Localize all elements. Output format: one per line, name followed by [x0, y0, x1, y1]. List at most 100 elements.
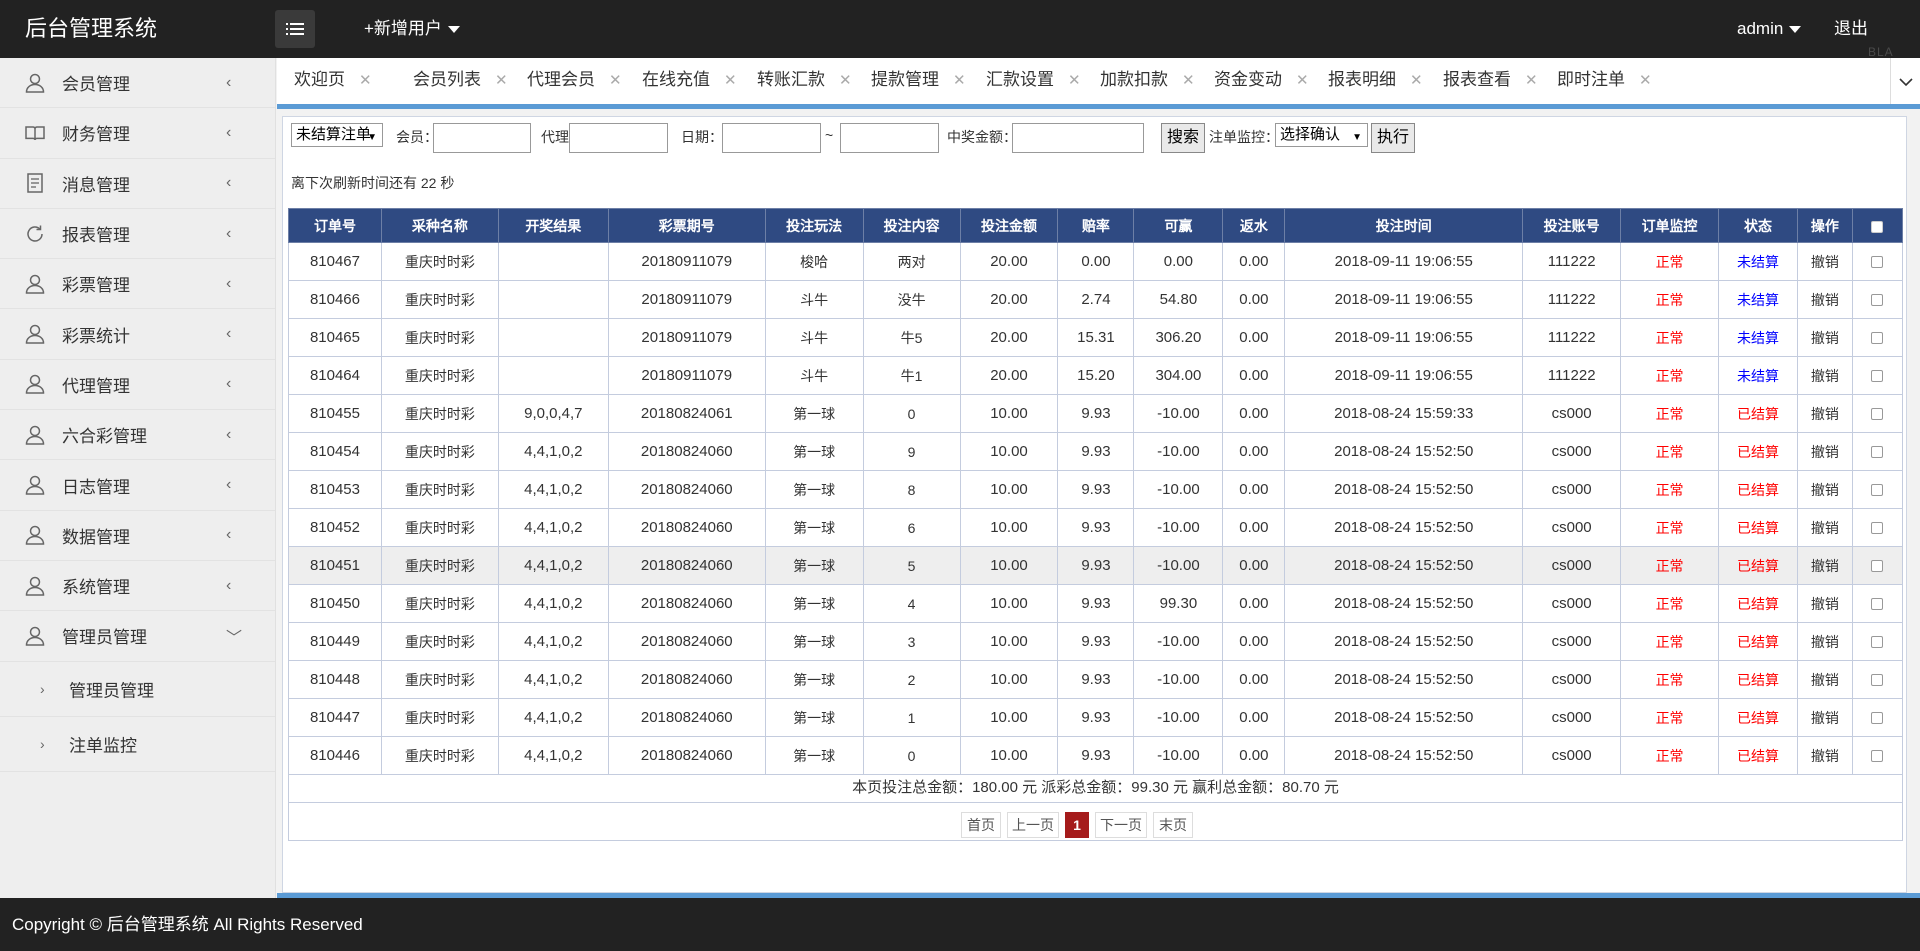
tab-item[interactable]: 加款扣款 ✕	[1100, 58, 1195, 105]
monitor-select-value: 选择确认	[1280, 126, 1341, 143]
cancel-order-link[interactable]: 撤销	[1796, 318, 1853, 357]
close-icon[interactable]: ✕	[1182, 72, 1195, 89]
tab-label: 转账汇款	[757, 70, 825, 89]
row-checkbox[interactable]	[1871, 636, 1884, 649]
admin-menu[interactable]: admin	[1737, 0, 1802, 58]
row-checkbox[interactable]	[1871, 256, 1884, 269]
row-checkbox[interactable]	[1871, 598, 1884, 611]
sidebar-item[interactable]: 会员管理 ‹	[0, 58, 275, 109]
close-icon[interactable]: ✕	[1068, 72, 1081, 89]
sidebar-item[interactable]: 数据管理 ‹	[0, 511, 275, 561]
tab-item[interactable]: 即时注单 ✕	[1557, 58, 1652, 105]
tab-item[interactable]: 报表查看 ✕	[1443, 58, 1538, 105]
close-icon[interactable]: ✕	[495, 72, 508, 89]
table-cell: 20.00	[959, 242, 1059, 281]
sidebar-item-label: 彩票管理	[62, 276, 130, 296]
agent-input[interactable]	[569, 123, 668, 153]
pager-prev[interactable]: 上一页	[1007, 812, 1059, 838]
cancel-order-link[interactable]: 撤销	[1796, 660, 1853, 699]
table-cell: cs000	[1522, 508, 1622, 547]
sidebar-item[interactable]: 日志管理 ‹	[0, 460, 275, 511]
cancel-order-link[interactable]: 撤销	[1796, 584, 1853, 623]
tab-label: 会员列表	[413, 70, 481, 89]
row-checkbox[interactable]	[1871, 750, 1884, 763]
date-end-input[interactable]	[840, 123, 939, 153]
row-checkbox[interactable]	[1871, 522, 1884, 535]
tab-item[interactable]: 代理会员 ✕	[527, 58, 622, 105]
cancel-order-link[interactable]: 撤销	[1796, 432, 1853, 471]
tab-item[interactable]: 资金变动 ✕	[1214, 58, 1309, 105]
row-checkbox[interactable]	[1871, 712, 1884, 725]
pager-next[interactable]: 下一页	[1095, 812, 1147, 838]
sidebar-item[interactable]: 管理员管理 ﹀	[0, 611, 275, 662]
row-checkbox[interactable]	[1871, 674, 1884, 687]
tab-item[interactable]: 欢迎页 ✕	[294, 58, 372, 105]
cancel-order-link[interactable]: 撤销	[1796, 470, 1853, 509]
table-cell: -10.00	[1133, 394, 1224, 433]
add-user-button[interactable]: +新增用户	[364, 0, 460, 58]
cancel-order-link[interactable]: 撤销	[1796, 280, 1853, 319]
sidebar-item[interactable]: 消息管理 ‹	[0, 159, 275, 209]
pager-current[interactable]: 1	[1065, 812, 1089, 838]
close-icon[interactable]: ✕	[724, 72, 737, 89]
tab-item[interactable]: 汇款设置 ✕	[986, 58, 1081, 105]
sidebar-item[interactable]: 彩票统计 ‹	[0, 309, 275, 360]
sidebar-item[interactable]: 报表管理 ‹	[0, 209, 275, 260]
tab-item[interactable]: 会员列表 ✕	[413, 58, 508, 105]
tab-scroll-button[interactable]	[1890, 58, 1920, 106]
execute-button[interactable]: 执行	[1371, 123, 1415, 153]
close-icon[interactable]: ✕	[1639, 72, 1652, 89]
date-start-input[interactable]	[722, 123, 821, 153]
table-cell: 9.93	[1057, 432, 1135, 471]
monitor-select[interactable]: 选择确认 ▼	[1275, 123, 1368, 147]
logout-button[interactable]: 退出	[1834, 0, 1868, 58]
user-icon	[24, 424, 46, 446]
close-icon[interactable]: ✕	[953, 72, 966, 89]
tab-item[interactable]: 在线充值 ✕	[642, 58, 737, 105]
cancel-order-link[interactable]: 撤销	[1796, 736, 1853, 775]
pager-last[interactable]: 末页	[1153, 812, 1193, 838]
close-icon[interactable]: ✕	[1525, 72, 1538, 89]
sidebar-item[interactable]: 彩票管理 ‹	[0, 259, 275, 310]
tab-item[interactable]: 报表明细 ✕	[1328, 58, 1423, 105]
cancel-order-link[interactable]: 撤销	[1796, 546, 1853, 585]
table-cell: 0.00	[1222, 242, 1286, 281]
sidebar-subitem[interactable]: › 管理员管理	[0, 662, 275, 717]
row-checkbox[interactable]	[1871, 408, 1884, 421]
row-checkbox[interactable]	[1871, 446, 1884, 459]
sidebar-item[interactable]: 代理管理 ‹	[0, 360, 275, 411]
status-select[interactable]: 未结算注单 ▼	[291, 123, 383, 147]
cancel-order-link[interactable]: 撤销	[1796, 622, 1853, 661]
table-cell: 20180824060	[607, 584, 766, 623]
win-amount-input[interactable]	[1012, 123, 1144, 153]
sidebar-item[interactable]: 系统管理 ‹	[0, 561, 275, 612]
pager-first[interactable]: 首页	[961, 812, 1001, 838]
select-all-checkbox[interactable]	[1871, 220, 1884, 233]
sidebar-item-label: 彩票统计	[62, 326, 130, 346]
row-checkbox[interactable]	[1871, 560, 1884, 573]
orders-table: 订单号 采种名称 开奖结果 彩票期号 投注玩法 投注内容 投注金额 赔率 可赢 返水 投注时间 投注账…	[288, 208, 1904, 775]
search-button[interactable]: 搜索	[1161, 123, 1205, 153]
sidebar-item[interactable]: 六合彩管理 ‹	[0, 410, 275, 461]
row-checkbox[interactable]	[1871, 484, 1884, 497]
row-checkbox[interactable]	[1871, 294, 1884, 307]
tab-item[interactable]: 转账汇款 ✕	[757, 58, 852, 105]
cancel-order-link[interactable]: 撤销	[1796, 356, 1853, 395]
close-icon[interactable]: ✕	[609, 72, 622, 89]
member-input[interactable]	[433, 123, 531, 153]
row-checkbox[interactable]	[1871, 332, 1884, 345]
row-checkbox[interactable]	[1871, 370, 1884, 383]
cancel-order-link[interactable]: 撤销	[1796, 698, 1853, 737]
cancel-order-link[interactable]: 撤销	[1796, 508, 1853, 547]
footer: Copyright © 后台管理系统 All Rights Reserved	[0, 898, 1920, 951]
cancel-order-link[interactable]: 撤销	[1796, 394, 1853, 433]
close-icon[interactable]: ✕	[1410, 72, 1423, 89]
menu-toggle-button[interactable]	[275, 10, 315, 48]
close-icon[interactable]: ✕	[359, 72, 372, 89]
close-icon[interactable]: ✕	[1296, 72, 1309, 89]
tab-item[interactable]: 提款管理 ✕	[871, 58, 966, 105]
cancel-order-link[interactable]: 撤销	[1796, 242, 1853, 281]
close-icon[interactable]: ✕	[839, 72, 852, 89]
sidebar-subitem[interactable]: › 注单监控	[0, 717, 275, 772]
sidebar-item[interactable]: 财务管理 ‹	[0, 108, 275, 159]
